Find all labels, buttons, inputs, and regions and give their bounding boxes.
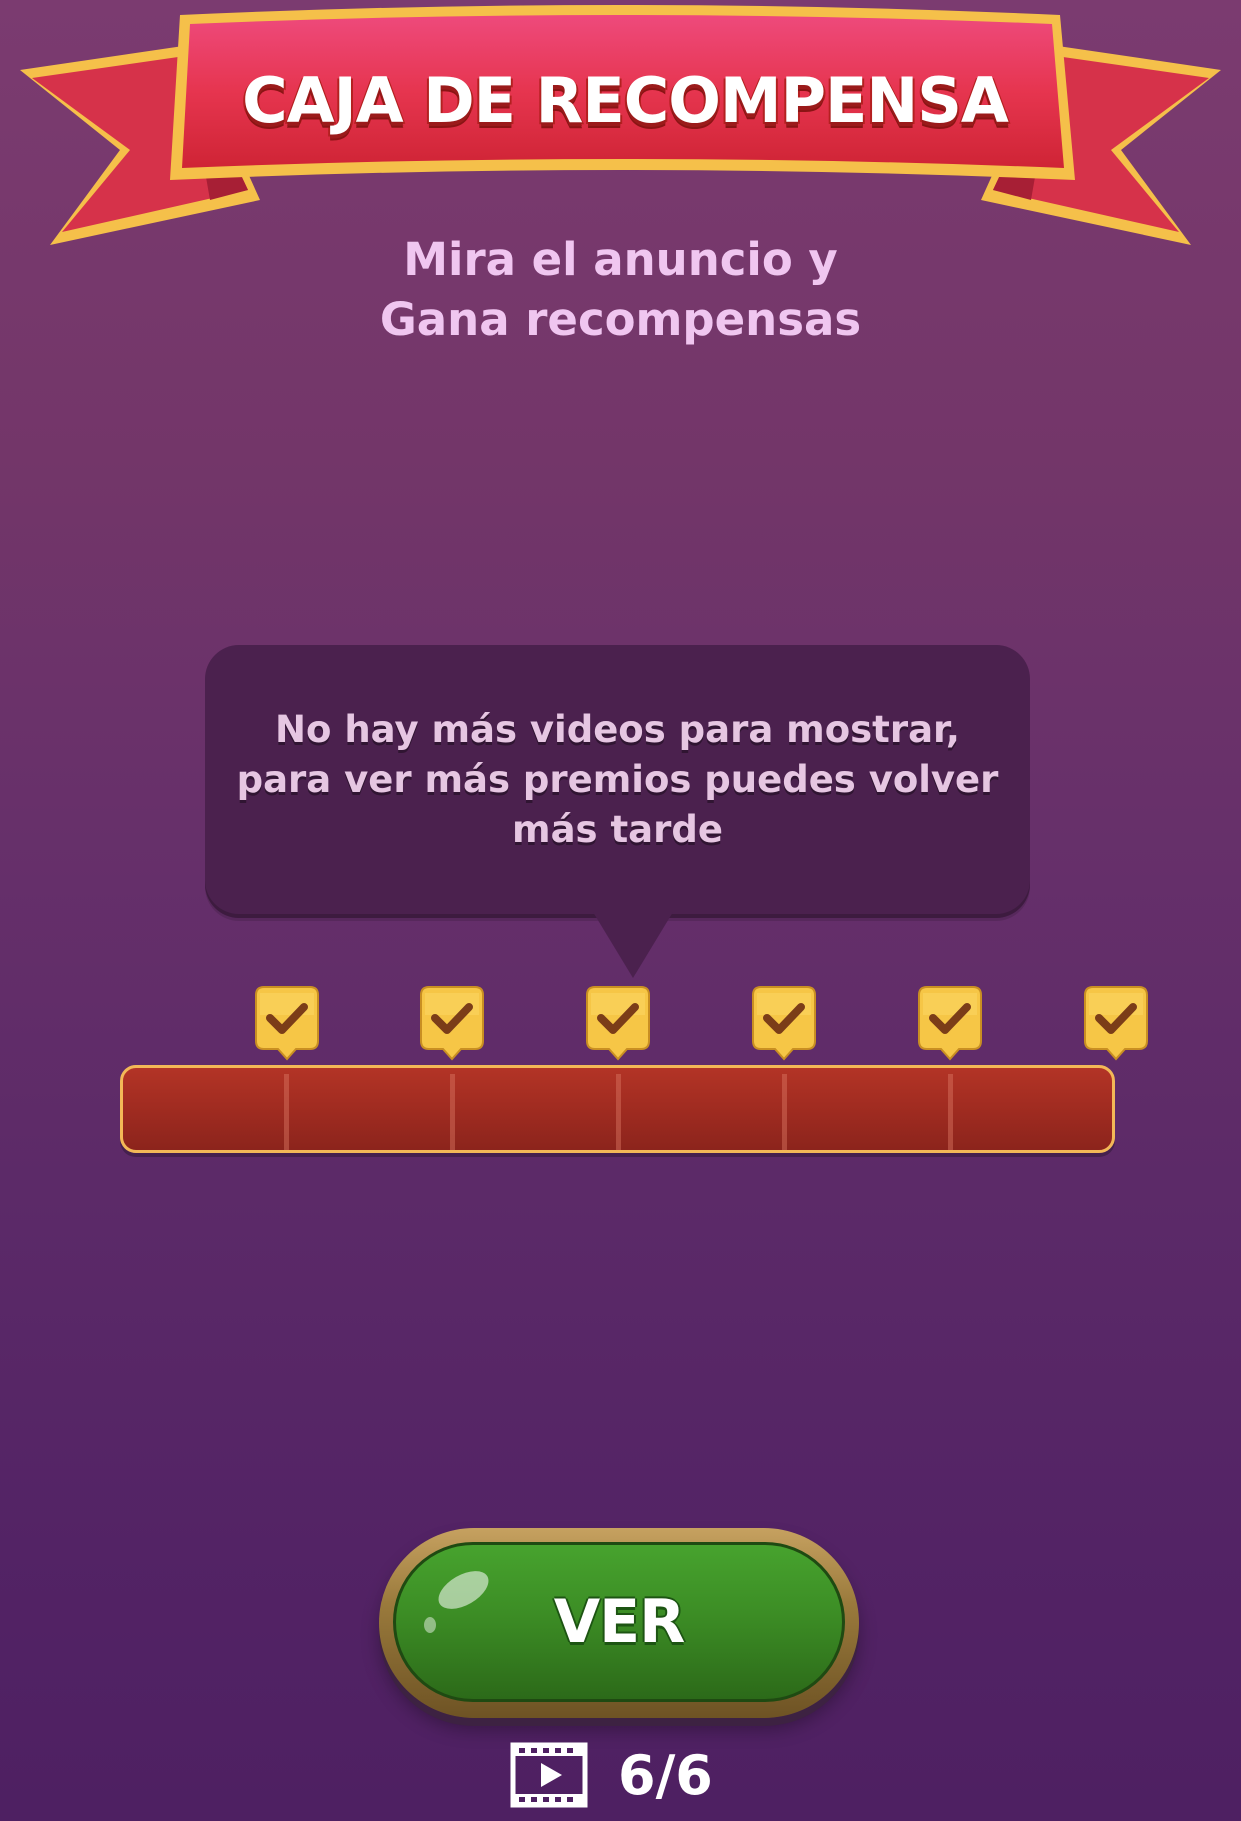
checkpoint-6 [1083, 985, 1149, 1065]
video-film-icon [510, 1742, 588, 1808]
tooltip-message: No hay más videos para mostrar, para ver… [215, 705, 1020, 855]
check-icon [918, 986, 982, 1061]
subtitle-line-2: Gana recompensas [379, 293, 862, 346]
check-icon [420, 986, 484, 1061]
tooltip-line-1: No hay más videos para mostrar, [275, 708, 960, 751]
check-icon [255, 986, 319, 1061]
title-ribbon: CAJA DE RECOMPENSA [0, 0, 1241, 260]
progress-divider [450, 1074, 455, 1150]
check-icon [586, 986, 650, 1061]
watch-ad-button-face[interactable]: VER [393, 1542, 845, 1702]
subtitle: Mira el anuncio y Gana recompensas [0, 230, 1241, 350]
tooltip-pointer [593, 912, 673, 978]
subtitle-line-1: Mira el anuncio y [403, 233, 838, 286]
reward-progress-bar [120, 1065, 1115, 1153]
video-counter: 6/6 [510, 1740, 713, 1810]
check-icon [1084, 986, 1148, 1061]
checkpoint-4 [751, 985, 817, 1065]
checkpoint-1 [254, 985, 320, 1065]
watch-ad-button[interactable]: VER [379, 1528, 859, 1718]
progress-divider [616, 1074, 621, 1150]
progress-divider [284, 1074, 289, 1150]
checkpoint-5 [917, 985, 983, 1065]
checkpoint-3 [585, 985, 651, 1065]
progress-divider [782, 1074, 787, 1150]
tooltip-line-2: para ver más premios puedes volver [236, 758, 999, 801]
video-count-text: 6/6 [618, 1743, 713, 1807]
check-icon [752, 986, 816, 1061]
page-title: CAJA DE RECOMPENSA [242, 63, 1009, 137]
progress-divider [948, 1074, 953, 1150]
watch-ad-button-label[interactable]: VER [396, 1545, 842, 1699]
tooltip-line-3: más tarde [512, 808, 723, 851]
checkpoint-2 [419, 985, 485, 1065]
